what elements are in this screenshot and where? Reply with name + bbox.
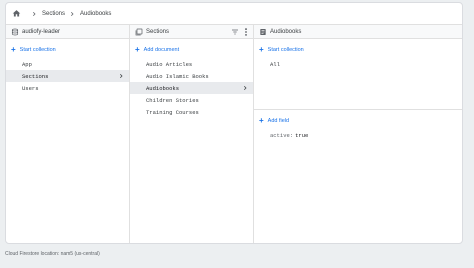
breadcrumb-item-sections[interactable]: Sections bbox=[42, 11, 65, 17]
collection-item-sections[interactable]: Sections bbox=[6, 70, 129, 82]
document-item-training-courses[interactable]: Training Courses bbox=[130, 106, 253, 118]
chevron-right-icon bbox=[31, 11, 37, 17]
section-divider bbox=[254, 109, 462, 110]
collection-icon bbox=[135, 28, 143, 36]
home-icon[interactable] bbox=[12, 9, 21, 18]
firestore-panel: Sections Audiobooks audiofy-leader + Sta… bbox=[5, 2, 463, 244]
breadcrumb-item-audiobooks[interactable]: Audiobooks bbox=[80, 11, 111, 17]
chevron-right-icon bbox=[118, 73, 124, 79]
collection-title: Sections bbox=[146, 28, 170, 35]
document-icon bbox=[259, 28, 267, 36]
fields-section: + Add field active: true bbox=[254, 113, 462, 141]
document-item-audio-articles[interactable]: Audio Articles bbox=[130, 58, 253, 70]
collection-item-app[interactable]: App bbox=[6, 58, 129, 70]
document-item-audio-islamic-books[interactable]: Audio Islamic Books bbox=[130, 70, 253, 82]
document-column-header: Audiobooks bbox=[254, 25, 462, 39]
chevron-right-icon bbox=[242, 85, 248, 91]
plus-icon: + bbox=[259, 45, 264, 54]
subcollection-item-all[interactable]: All bbox=[254, 58, 462, 70]
documents-column-header: Sections bbox=[130, 25, 253, 39]
collections-column-header: audiofy-leader bbox=[6, 25, 129, 39]
document-title: Audiobooks bbox=[270, 28, 302, 35]
document-detail-column: Audiobooks + Start collection All + Add … bbox=[254, 25, 462, 243]
plus-icon: + bbox=[135, 45, 140, 54]
document-item-audiobooks[interactable]: Audiobooks bbox=[130, 82, 253, 94]
collections-column: audiofy-leader + Start collection App Se… bbox=[6, 25, 130, 243]
collection-item-users[interactable]: Users bbox=[6, 82, 129, 94]
filter-icon[interactable] bbox=[231, 27, 239, 37]
start-subcollection-button[interactable]: + Start collection bbox=[254, 42, 462, 58]
field-value: true bbox=[295, 131, 309, 139]
firestore-location-text: Cloud Firestore location: nam5 (us-centr… bbox=[5, 251, 100, 257]
columns-view: audiofy-leader + Start collection App Se… bbox=[6, 25, 462, 243]
database-icon bbox=[11, 28, 19, 36]
more-vert-icon[interactable] bbox=[242, 27, 250, 37]
breadcrumb: Sections Audiobooks bbox=[6, 3, 462, 25]
document-item-children-stories[interactable]: Children Stories bbox=[130, 94, 253, 106]
project-name: audiofy-leader bbox=[22, 28, 61, 35]
field-row[interactable]: active: true bbox=[254, 129, 462, 141]
plus-icon: + bbox=[11, 45, 16, 54]
add-field-button[interactable]: + Add field bbox=[254, 113, 462, 129]
chevron-right-icon bbox=[69, 11, 75, 17]
field-key: active bbox=[270, 131, 290, 139]
start-collection-button[interactable]: + Start collection bbox=[6, 42, 129, 58]
add-document-button[interactable]: + Add document bbox=[130, 42, 253, 58]
documents-column: Sections + Add document Audio Articles A… bbox=[130, 25, 254, 243]
plus-icon: + bbox=[259, 116, 264, 125]
